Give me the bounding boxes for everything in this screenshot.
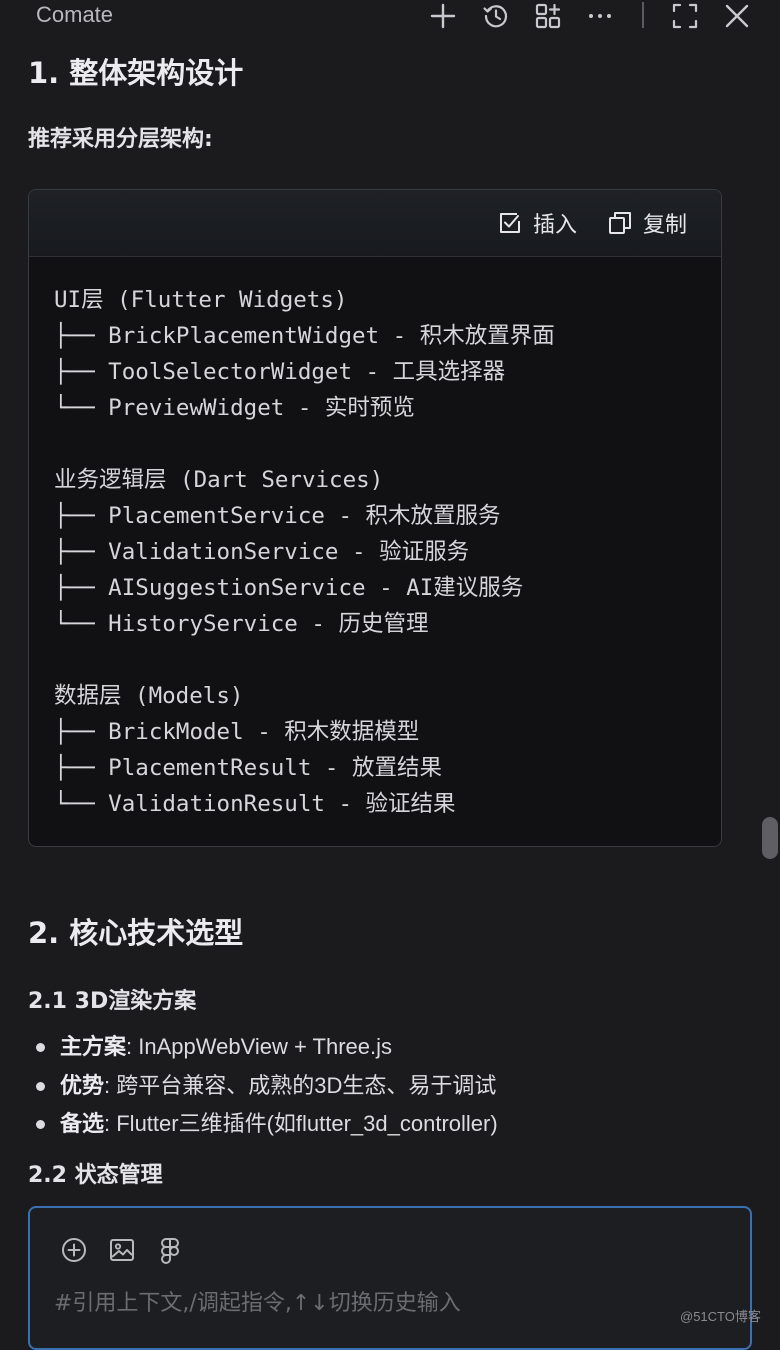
list-item: 备选: Flutter三维插件(如flutter_3d_controller) [28,1105,498,1144]
close-button[interactable] [721,0,753,32]
app-title: Comate [36,2,114,27]
toolbar-divider [642,2,644,28]
subsection-title-state-management: 2.2 状态管理 [28,1163,163,1188]
section-title-architecture: 1. 整体架构设计 [28,56,244,90]
copy-label: 复制 [643,213,688,238]
code-content[interactable]: UI层 (Flutter Widgets) ├── BrickPlacement… [54,282,555,822]
lead-text: 推荐采用分层架构: [28,127,213,152]
history-button[interactable] [480,0,512,32]
scrollbar-thumb[interactable] [762,817,778,859]
insert-icon [500,213,520,233]
insert-code-button[interactable]: 插入 [497,206,577,240]
insert-label: 插入 [533,213,578,238]
more-icon [589,14,611,18]
chat-input[interactable] [54,1286,654,1320]
grid-plus-icon [535,3,561,29]
history-icon [483,5,508,28]
attach-image-button[interactable] [106,1234,138,1266]
copy-code-button[interactable]: 复制 [607,206,687,240]
code-block-header: 插入 复制 [29,190,721,257]
top-bar: Comate [0,0,780,34]
watermark: @51CTO博客 [680,1309,761,1324]
figma-button[interactable] [154,1234,186,1266]
code-block: 插入 复制 UI层 (Flutter Widgets) ├── BrickPla… [28,189,722,847]
more-button[interactable] [584,0,616,32]
section-title-tech-selection: 2. 核心技术选型 [28,916,244,950]
expand-button[interactable] [669,0,701,32]
plugins-button[interactable] [532,0,564,32]
new-chat-button[interactable] [427,0,459,32]
plus-icon [430,3,456,29]
copy-icon [609,212,631,234]
close-icon [725,4,749,28]
chat-composer[interactable] [28,1206,752,1350]
expand-icon [672,3,698,29]
bullet-list: 主方案: InAppWebView + Three.js 优势: 跨平台兼容、成… [28,1028,498,1144]
subsection-title-3d-rendering: 2.1 3D渲染方案 [28,989,197,1014]
list-item: 优势: 跨平台兼容、成熟的3D生态、易于调试 [28,1067,498,1106]
image-icon [110,1239,134,1261]
add-context-button[interactable] [58,1234,90,1266]
plus-circle-icon [62,1238,86,1262]
list-item: 主方案: InAppWebView + Three.js [28,1028,498,1067]
figma-icon [161,1238,179,1264]
